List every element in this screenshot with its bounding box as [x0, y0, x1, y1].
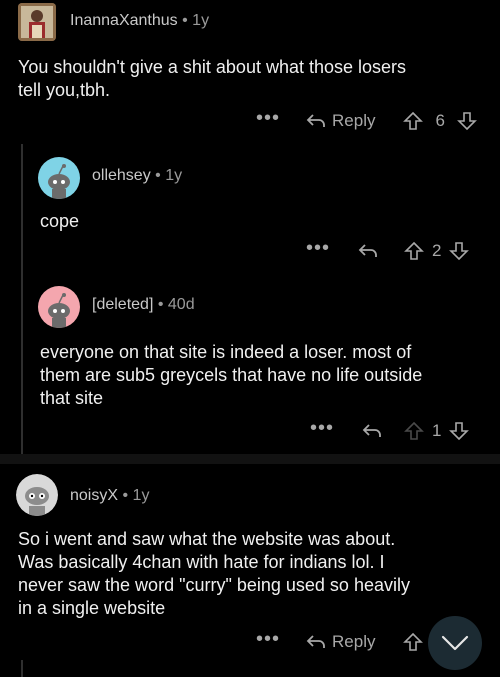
comment-text-line: never saw the word "curry" being used so… [18, 575, 410, 595]
upvote-icon[interactable] [404, 421, 424, 441]
upvote-icon[interactable] [404, 241, 424, 261]
reply-icon [362, 424, 381, 437]
upvote-icon[interactable] [403, 632, 424, 652]
reply-label: Reply [332, 632, 376, 651]
comment-actions: ••• 1 [310, 416, 470, 446]
reply-label: Reply [332, 111, 376, 130]
thread-line[interactable] [21, 660, 23, 677]
vote-count: 2 [432, 241, 442, 260]
reply-button[interactable] [358, 243, 378, 259]
comment-text-line: in a single website [18, 598, 166, 618]
separator: • [155, 167, 161, 184]
upvote-icon[interactable] [403, 111, 424, 131]
reply-icon [306, 114, 325, 127]
comment-reply: ollehsey • 1y cope ••• 2 [0, 150, 500, 280]
comment-text-line: everyone on that site is indeed a loser.… [40, 342, 412, 362]
comment: InannaXanthus • 1y You shouldn't give a … [0, 0, 500, 150]
snoo-icon [48, 164, 70, 199]
comment-body: everyone on that site is indeed a loser.… [40, 341, 490, 410]
downvote-icon[interactable] [449, 421, 470, 441]
more-options-button[interactable]: ••• [256, 108, 280, 128]
comment-text-line: Was basically 4chan with hate for indian… [18, 552, 385, 572]
vote-controls: 6 [403, 111, 477, 131]
reply-icon [306, 635, 325, 648]
comment-text-line: them are sub5 greycels that have no life… [40, 365, 423, 385]
snoo-icon [48, 293, 70, 328]
downvote-icon[interactable] [457, 111, 477, 131]
comment-meta: [deleted] • 40d [92, 296, 195, 314]
author-name[interactable]: noisyX [70, 487, 118, 504]
avatar[interactable] [38, 286, 80, 328]
comment-age: 1y [165, 167, 183, 184]
reply-button[interactable]: Reply [306, 632, 375, 652]
comment-meta: noisyX • 1y [70, 487, 149, 505]
comment-actions: ••• 2 [306, 236, 470, 266]
comment-age: 1y [192, 12, 210, 29]
snoo-icon [16, 474, 58, 516]
comment-meta: ollehsey • 1y [92, 167, 182, 185]
comment-meta: InannaXanthus • 1y [70, 12, 209, 30]
comment-reply: [deleted] • 40d everyone on that site is… [0, 280, 500, 455]
comment-age: 40d [167, 296, 195, 313]
comment-actions: ••• Reply 6 [256, 106, 477, 136]
comment-actions: ••• Reply [256, 627, 424, 657]
comment-text-line: that site [40, 388, 104, 408]
reply-button[interactable]: Reply [306, 111, 375, 131]
more-options-button[interactable]: ••• [306, 238, 330, 258]
comment-text-line: tell you,tbh. [18, 80, 111, 100]
reply-button[interactable] [362, 423, 382, 439]
more-options-button[interactable]: ••• [310, 418, 334, 438]
vote-count: 1 [432, 421, 442, 440]
comment-body: cope [40, 210, 480, 233]
more-options-button[interactable]: ••• [256, 629, 280, 649]
comment-age: 1y [132, 487, 150, 504]
separator: • [182, 12, 188, 29]
comment-text-line: cope [40, 211, 80, 231]
downvote-icon[interactable] [449, 241, 470, 261]
comment-body: So i went and saw what the website was a… [18, 528, 496, 620]
vote-controls: 1 [404, 421, 470, 441]
painting-avatar-icon [18, 3, 56, 41]
vote-controls [403, 632, 424, 652]
author-name: [deleted] [92, 296, 154, 313]
author-name[interactable]: InannaXanthus [70, 12, 178, 29]
comment-text-line: So i went and saw what the website was a… [18, 529, 396, 549]
comment-text-line: You shouldn't give a shit about what tho… [18, 57, 407, 77]
author-name[interactable]: ollehsey [92, 167, 151, 184]
comment-body: You shouldn't give a shit about what tho… [18, 56, 488, 102]
avatar[interactable] [38, 157, 80, 199]
comment-divider [0, 454, 500, 464]
next-comment-button[interactable] [428, 616, 482, 670]
avatar[interactable] [16, 474, 58, 516]
comment: noisyX • 1y So i went and saw what the w… [0, 464, 500, 677]
vote-count: 6 [435, 111, 445, 130]
vote-controls: 2 [404, 241, 470, 261]
reply-icon [358, 244, 377, 257]
separator: • [122, 487, 129, 504]
chevron-down-icon [441, 635, 469, 651]
separator: • [157, 296, 164, 313]
avatar[interactable] [18, 3, 56, 41]
